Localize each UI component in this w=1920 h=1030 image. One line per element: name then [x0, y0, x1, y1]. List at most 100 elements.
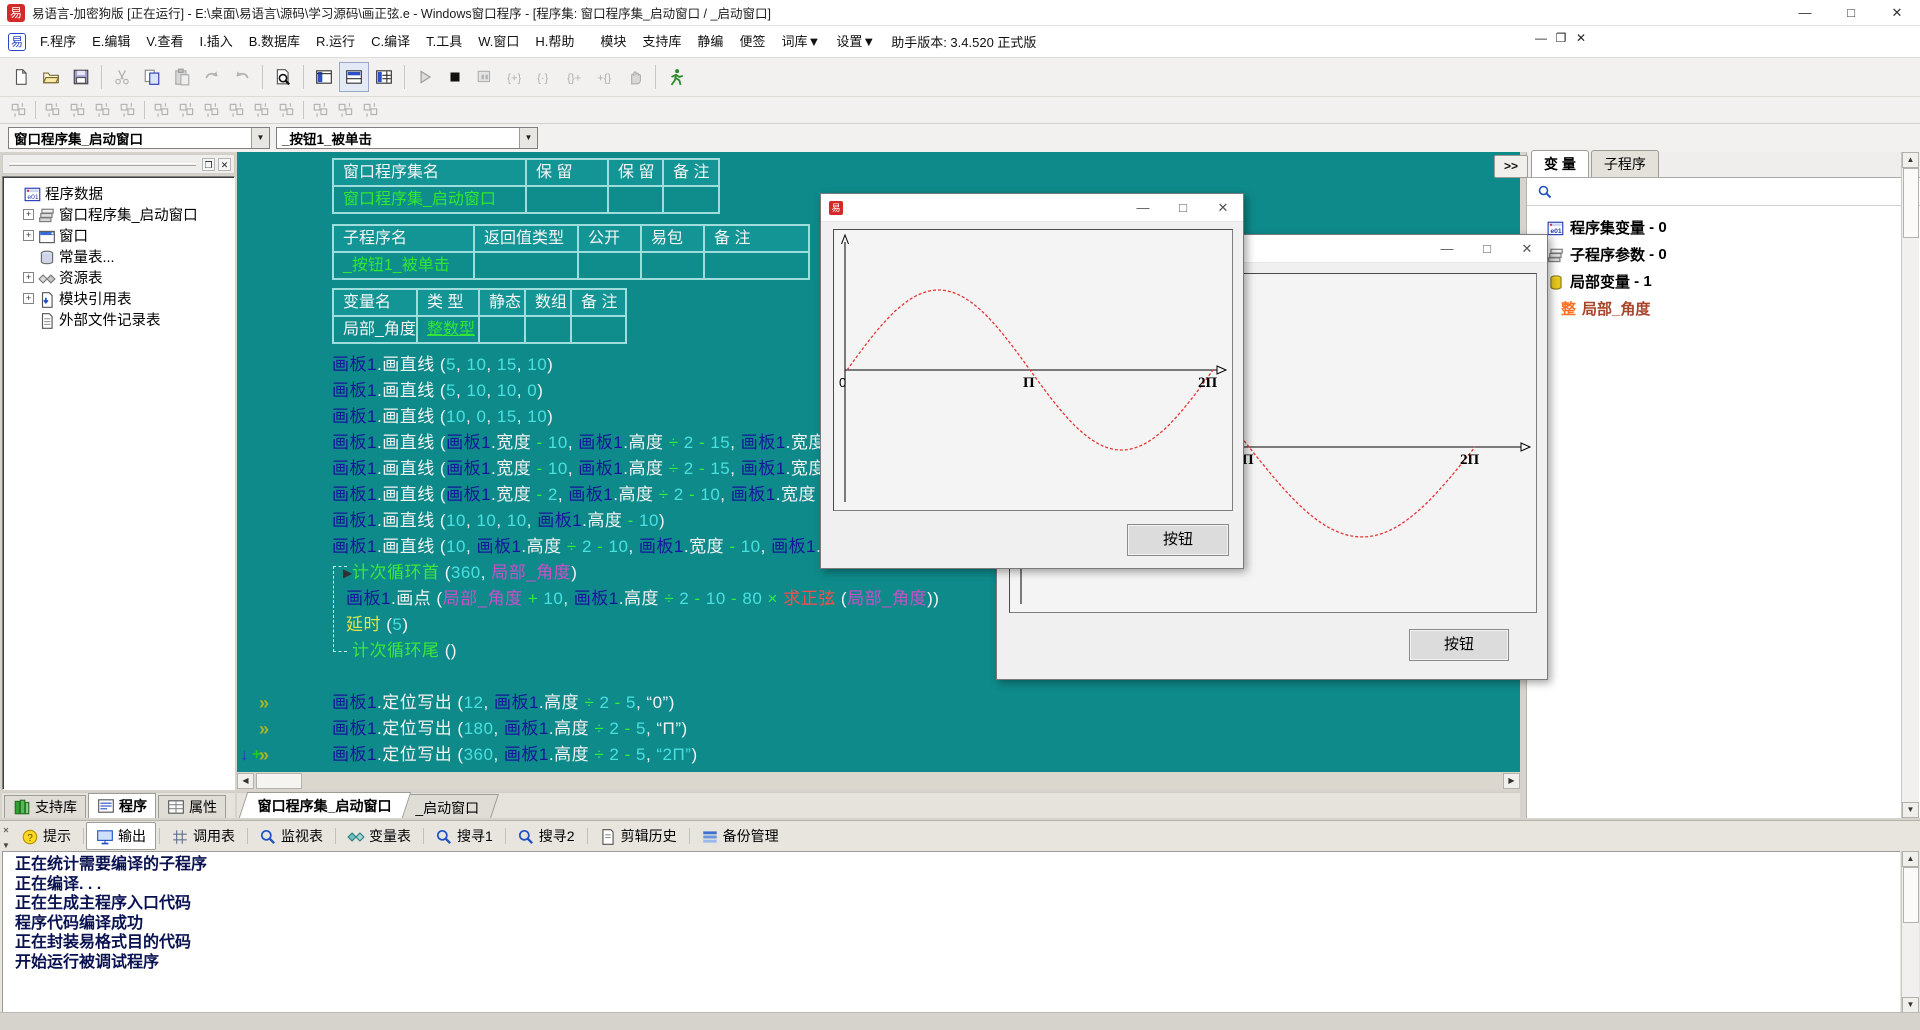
tab-支持库[interactable]: 支持库: [4, 795, 86, 818]
center-v-button[interactable]: [174, 99, 199, 121]
menu-C.编译[interactable]: C.编译: [363, 27, 418, 57]
project-panel-header[interactable]: ❐ ✕: [2, 154, 235, 174]
code-line[interactable]: »画板1.定位写出 (180, 画板1.高度 ÷ 2 - 5, “Π”): [237, 716, 1520, 742]
scroll-down-icon[interactable]: ▼: [1902, 997, 1919, 1013]
run-static-button[interactable]: [661, 62, 691, 92]
mdi-restore-icon[interactable]: ❐: [1554, 31, 1568, 45]
center-h-button[interactable]: [149, 99, 174, 121]
menu-词库▼[interactable]: 词库▼: [773, 27, 828, 57]
table-cell[interactable]: [526, 186, 608, 213]
program-window-titlebar[interactable]: 易—□✕: [821, 194, 1243, 222]
menu-静编[interactable]: 静编: [689, 27, 731, 57]
output-scrollbar[interactable]: ▲ ▼: [1901, 851, 1919, 1013]
variable-search-box[interactable]: [1527, 178, 1920, 206]
same-size-button[interactable]: [358, 99, 383, 121]
expand-plus-icon[interactable]: +: [23, 293, 34, 304]
view-workspace-button[interactable]: [309, 62, 339, 92]
scrollbar-thumb[interactable]: [256, 773, 302, 789]
menu-B.数据库[interactable]: B.数据库: [241, 27, 308, 57]
tree-item-模块引用表[interactable]: +模块引用表: [3, 288, 234, 309]
compiler-output[interactable]: 正在统计需要编译的子程序正在编译. . .正在生成主程序入口代码程序代码编译成功…: [2, 851, 1900, 1013]
table-data-row[interactable]: 窗口程序集_启动窗口: [333, 186, 719, 213]
expand-plus-icon[interactable]: +: [23, 272, 34, 283]
space-v-button[interactable]: [274, 99, 299, 121]
debug-window-button[interactable]: [470, 62, 500, 92]
table-cell[interactable]: 窗口程序集_启动窗口: [333, 186, 526, 213]
scroll-right-icon[interactable]: ▶: [1503, 773, 1520, 789]
editor-tab-窗口程序集_启动窗口[interactable]: 窗口程序集_启动窗口: [239, 792, 411, 818]
align-top-button[interactable]: [90, 99, 115, 121]
add-left-button[interactable]: [40, 99, 65, 121]
menu-支持库[interactable]: 支持库: [634, 27, 689, 57]
table-cell[interactable]: [578, 252, 641, 279]
dock-tab-搜寻1[interactable]: 搜寻1: [426, 823, 502, 849]
variable-item-子程序参数[interactable]: 子程序参数 - 0: [1527, 241, 1920, 268]
table-data-row[interactable]: 局部_角度整数型: [333, 316, 626, 343]
table-data-row[interactable]: _按钮1_被单击: [333, 252, 809, 279]
menu-W.窗口[interactable]: W.窗口: [470, 27, 527, 57]
hand-tool-button[interactable]: [620, 62, 650, 92]
variable-item-程序集变量[interactable]: e01程序集变量 - 0: [1527, 214, 1920, 241]
tree-item-窗口程序集_启动窗口[interactable]: +窗口程序集_启动窗口: [3, 204, 234, 225]
scroll-up-icon[interactable]: ▲: [1902, 152, 1919, 168]
close-icon[interactable]: ✕: [1507, 235, 1547, 263]
paste-button[interactable]: [167, 62, 197, 92]
table-cell[interactable]: [663, 186, 719, 213]
mdi-close-icon[interactable]: ✕: [1574, 31, 1588, 45]
tab-子程序[interactable]: 子程序: [1591, 150, 1659, 177]
add-right-button[interactable]: [65, 99, 90, 121]
view-form-button[interactable]: [369, 62, 399, 92]
code-line[interactable]: ↓+»画板1.定位写出 (360, 画板1.高度 ÷ 2 - 5, “2Π”): [237, 742, 1520, 768]
table-cell[interactable]: [474, 252, 578, 279]
chevron-down-icon[interactable]: ▼: [519, 128, 537, 148]
button-anniu[interactable]: 按钮: [1409, 629, 1509, 661]
menu-F.程序[interactable]: F.程序: [32, 27, 84, 57]
menu-便签[interactable]: 便签: [731, 27, 773, 57]
scroll-down-icon[interactable]: ▼: [1902, 802, 1919, 818]
table-cell[interactable]: [608, 186, 663, 213]
table-cell[interactable]: 整数型: [417, 316, 479, 343]
menu-模块[interactable]: 模块: [592, 27, 634, 57]
maximize-icon[interactable]: □: [1163, 194, 1203, 222]
tree-item-程序数据[interactable]: e01程序数据: [3, 183, 234, 204]
find-button[interactable]: [268, 62, 298, 92]
same-width-button[interactable]: [308, 99, 333, 121]
panel-grip[interactable]: [9, 163, 196, 166]
step-out-button[interactable]: {}+: [560, 62, 590, 92]
run-to-cursor-button[interactable]: +{}: [590, 62, 620, 92]
stop-button[interactable]: [440, 62, 470, 92]
assembly-combo[interactable]: 窗口程序集_启动窗口 ▼: [8, 127, 270, 149]
minimize-icon[interactable]: —: [1123, 194, 1163, 222]
minimize-icon[interactable]: —: [1427, 235, 1467, 263]
tree-item-常量表...[interactable]: 常量表...: [3, 246, 234, 267]
table-cell[interactable]: _按钮1_被单击: [333, 252, 474, 279]
button-anniu[interactable]: 按钮: [1127, 524, 1229, 556]
menu-R.运行[interactable]: R.运行: [308, 27, 363, 57]
panel-float-icon[interactable]: ❐: [202, 158, 215, 171]
panel-expand-button[interactable]: >>: [1494, 155, 1528, 178]
view-split-button[interactable]: [339, 62, 369, 92]
copy-button[interactable]: [137, 62, 167, 92]
dock-tab-剪辑历史[interactable]: 剪辑历史: [590, 823, 686, 849]
space-h-button[interactable]: [249, 99, 274, 121]
undo-button[interactable]: [227, 62, 257, 92]
minimize-icon[interactable]: —: [1782, 0, 1828, 26]
menu-设置▼[interactable]: 设置▼: [828, 27, 883, 57]
tree-item-窗口[interactable]: +窗口: [3, 225, 234, 246]
dock-tab-监视表[interactable]: 监视表: [250, 823, 332, 849]
panel-close-icon[interactable]: ✕: [218, 158, 231, 171]
scroll-left-icon[interactable]: ◀: [237, 773, 254, 789]
chevron-down-icon[interactable]: ▼: [251, 128, 269, 148]
run-button[interactable]: [410, 62, 440, 92]
scroll-up-icon[interactable]: ▲: [1902, 851, 1919, 867]
table-cell[interactable]: [525, 316, 571, 343]
variable-item-局部变量[interactable]: 局部变量 - 1: [1527, 268, 1920, 295]
table-cell[interactable]: [704, 252, 809, 279]
menu-E.编辑[interactable]: E.编辑: [84, 27, 138, 57]
dock-tab-提示[interactable]: ?提示: [12, 823, 80, 849]
dock-pin-icon[interactable]: ▼: [2, 841, 10, 850]
variables-scrollbar[interactable]: ▲ ▼: [1901, 152, 1919, 818]
close-icon[interactable]: ✕: [1203, 194, 1243, 222]
tab-程序[interactable]: 程序: [88, 793, 156, 818]
tree-item-外部文件记录表[interactable]: 外部文件记录表: [3, 309, 234, 330]
